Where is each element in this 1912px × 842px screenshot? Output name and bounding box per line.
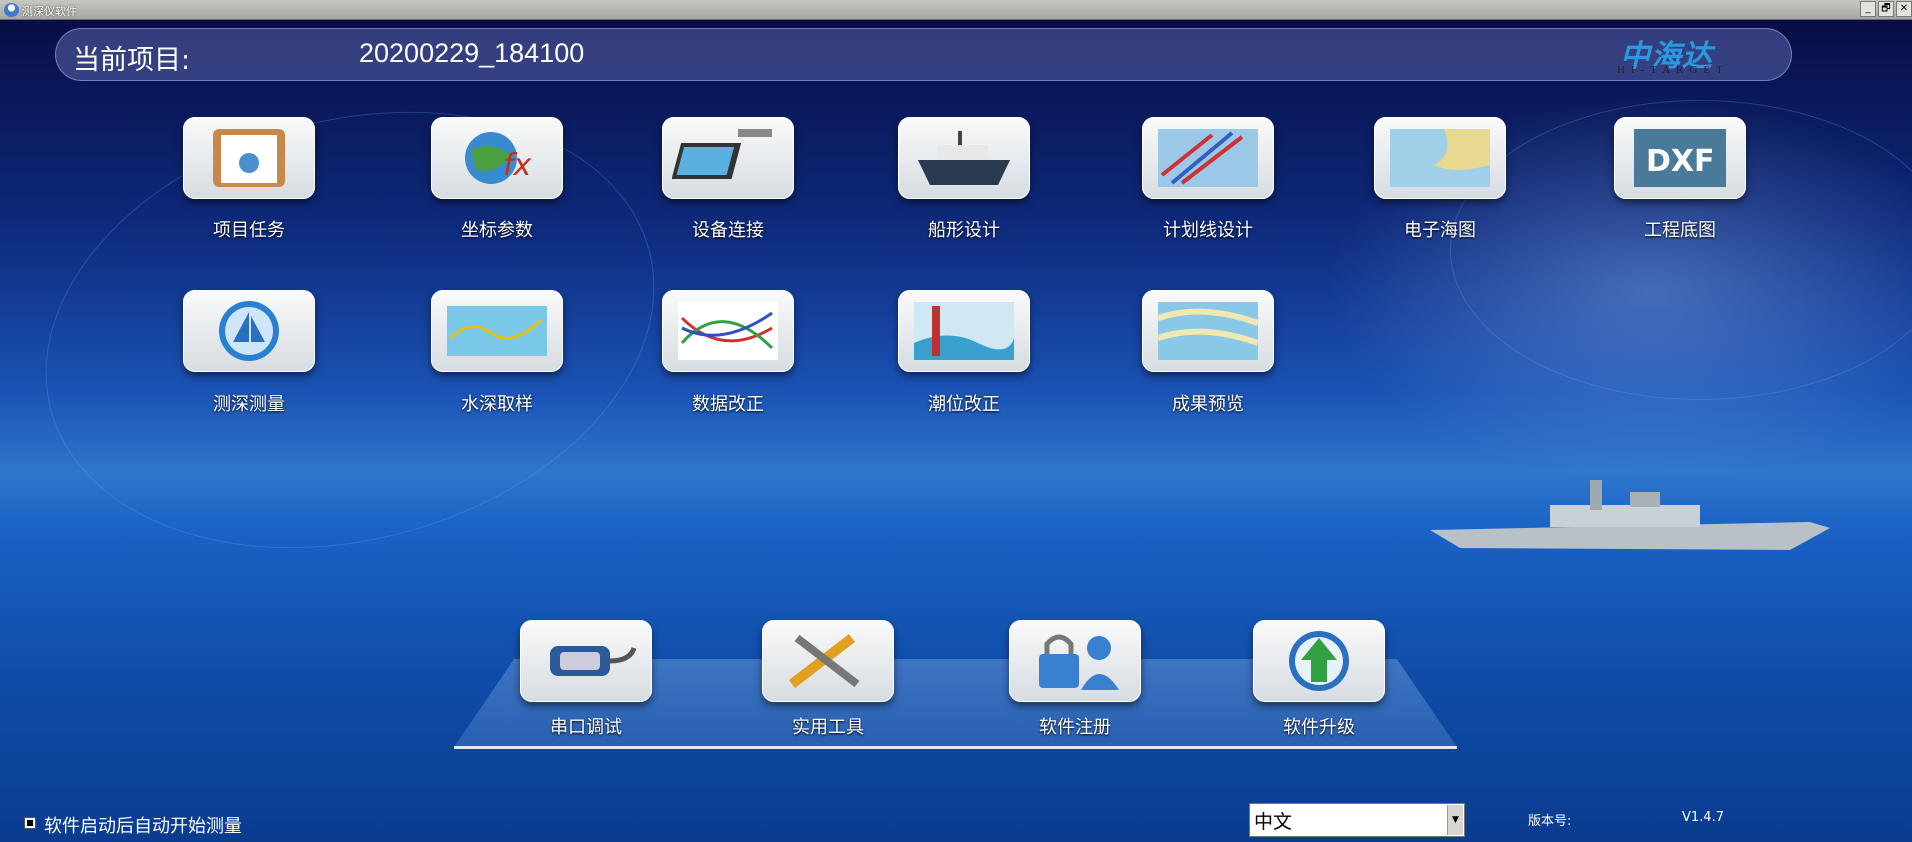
hi-target-logo: 中海达 HI-TARGET	[1617, 39, 1729, 76]
module-button-4[interactable]	[1142, 117, 1274, 199]
tide-correct-icon	[914, 302, 1014, 360]
tool-label[interactable]: 软件注册	[985, 713, 1165, 739]
lock-user-icon	[1039, 634, 1119, 690]
module-button-2[interactable]	[662, 117, 794, 199]
restore-button[interactable]: 🗗	[1878, 1, 1894, 17]
tool-button-2[interactable]	[1009, 620, 1141, 702]
sailboat-icon	[219, 301, 279, 361]
module-label[interactable]: 水深取样	[407, 390, 587, 416]
module-button-9[interactable]	[662, 290, 794, 372]
svg-text:DXF: DXF	[1646, 144, 1715, 179]
module-label[interactable]: 测深测量	[159, 390, 339, 416]
module-button-5[interactable]	[1374, 117, 1506, 199]
module-button-11[interactable]	[1142, 290, 1274, 372]
version-label: 版本号:	[1528, 814, 1572, 829]
module-label[interactable]: 项目任务	[159, 216, 339, 242]
current-project-bar: 当前项目: 20200229_184100	[55, 28, 1792, 81]
language-select[interactable]: 中文 ▼	[1249, 803, 1465, 837]
module-label[interactable]: 潮位改正	[874, 390, 1054, 416]
result-preview-icon	[1157, 302, 1260, 360]
autostart-checkbox[interactable]	[24, 817, 36, 829]
tool-button-0[interactable]	[520, 620, 652, 702]
warship-image	[1430, 480, 1830, 550]
tools-icon	[788, 634, 860, 688]
laptop-gnss-icon	[672, 129, 772, 179]
module-label[interactable]: 计划线设计	[1118, 216, 1298, 242]
ship-icon	[918, 131, 1010, 185]
module-button-1[interactable]: fx	[431, 117, 563, 199]
language-value: 中文	[1254, 811, 1293, 833]
tool-label[interactable]: 软件升级	[1229, 713, 1409, 739]
module-button-7[interactable]	[183, 290, 315, 372]
survey-lines-icon	[1158, 129, 1258, 187]
module-button-3[interactable]	[898, 117, 1030, 199]
module-button-8[interactable]	[431, 290, 563, 372]
tool-label[interactable]: 实用工具	[738, 713, 918, 739]
module-label[interactable]: 数据改正	[638, 390, 818, 416]
tool-button-3[interactable]	[1253, 620, 1385, 702]
version-value: V1.4.7	[1682, 810, 1724, 825]
module-button-10[interactable]	[898, 290, 1030, 372]
current-project-label: 当前项目:	[73, 45, 191, 76]
globe-fx-icon: fx	[465, 132, 532, 184]
autostart-label: 软件启动后自动开始测量	[44, 816, 242, 837]
module-label[interactable]: 工程底图	[1590, 216, 1770, 242]
upgrade-arrow-icon	[1289, 631, 1349, 691]
module-label[interactable]: 设备连接	[638, 216, 818, 242]
app-icon	[4, 3, 19, 17]
module-button-6[interactable]: DXF	[1614, 117, 1746, 199]
depth-sample-icon	[447, 306, 547, 356]
serial-port-icon	[550, 646, 637, 676]
chevron-down-icon[interactable]: ▼	[1447, 805, 1463, 835]
close-button[interactable]: ✕	[1896, 1, 1912, 17]
current-project-name: 20200229_184100	[359, 38, 585, 68]
chart-map-icon	[1390, 129, 1490, 187]
dxf-icon: DXF	[1634, 129, 1726, 187]
platform-edge	[454, 746, 1457, 749]
window-title: 测深仪软件	[22, 5, 77, 18]
title-bar: 测深仪软件 _ 🗗 ✕	[0, 0, 1912, 20]
clipboard-user-icon	[213, 129, 285, 187]
data-correct-icon	[678, 302, 778, 360]
tool-label[interactable]: 串口调试	[496, 713, 676, 739]
module-label[interactable]: 成果预览	[1118, 390, 1298, 416]
module-label[interactable]: 电子海图	[1350, 216, 1530, 242]
tool-button-1[interactable]	[762, 620, 894, 702]
module-label[interactable]: 坐标参数	[407, 216, 587, 242]
module-button-0[interactable]	[183, 117, 315, 199]
svg-text:fx: fx	[503, 148, 532, 183]
minimize-button[interactable]: _	[1860, 1, 1876, 17]
module-label[interactable]: 船形设计	[874, 216, 1054, 242]
